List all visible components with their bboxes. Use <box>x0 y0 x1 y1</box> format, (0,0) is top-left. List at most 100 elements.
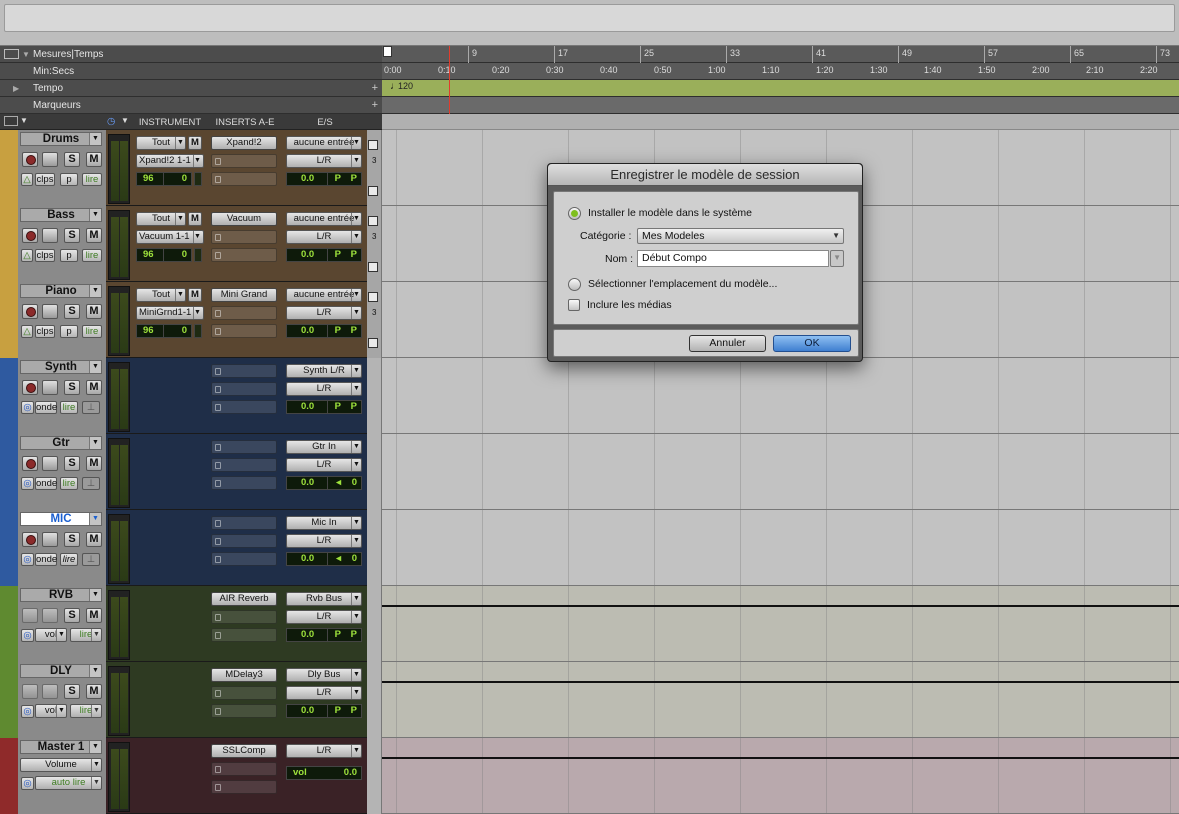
input-monitor-button[interactable] <box>42 152 58 167</box>
dropdown-arrow-icon[interactable]: ▼ <box>89 209 101 221</box>
insert-slot[interactable]: SSLComp <box>211 744 277 758</box>
volume-pan-display[interactable]: 0.0 P P <box>286 248 362 262</box>
track-name[interactable]: Synth ▼ <box>20 360 102 374</box>
input-monitor-button[interactable] <box>42 456 58 471</box>
insert-slot-empty[interactable] <box>211 248 277 262</box>
insert-slot-empty[interactable] <box>211 704 277 718</box>
output-select[interactable]: L/R ▼ <box>286 534 362 548</box>
add-marker-icon[interactable]: + <box>372 97 378 114</box>
volume-pan-display[interactable]: 0.0 ◂ 0 <box>286 552 362 566</box>
input-select[interactable]: Gtr In ▼ <box>286 440 362 454</box>
output-select[interactable]: L/R ▼ <box>286 230 362 244</box>
insert-slot[interactable]: Mini Grand <box>211 288 277 302</box>
view-select[interactable]: vol ▼ <box>35 628 67 642</box>
name-history-button[interactable]: ▼ <box>830 250 844 267</box>
input-monitor-button[interactable] <box>42 228 58 243</box>
track-name[interactable]: MIC ▼ <box>20 512 102 526</box>
mute-button[interactable]: M <box>86 228 102 243</box>
record-arm-button[interactable] <box>22 456 38 471</box>
location-radio[interactable] <box>568 278 581 291</box>
track-lane[interactable] <box>382 738 1179 814</box>
solo-button[interactable]: S <box>64 228 80 243</box>
tempo-ruler[interactable]: ♩ 120 <box>382 80 1179 97</box>
insert-slot-empty[interactable] <box>211 400 277 414</box>
insert-slot-empty[interactable] <box>211 780 277 794</box>
markers-ruler[interactable] <box>382 97 1179 114</box>
insert-slot[interactable]: Vacuum <box>211 212 277 226</box>
input-select[interactable]: aucune entrée ▼ <box>286 212 362 226</box>
voice-icon[interactable]: ◎ <box>21 477 34 490</box>
solo-button[interactable]: S <box>64 532 80 547</box>
clock-icon[interactable]: ◷ <box>107 116 115 127</box>
voice-icon[interactable]: ◎ <box>21 777 34 790</box>
input-monitor-button[interactable] <box>42 532 58 547</box>
record-arm-button[interactable] <box>22 228 38 243</box>
dropdown-arrow-icon[interactable]: ▼ <box>89 741 101 753</box>
output-select[interactable]: L/R ▼ <box>286 686 362 700</box>
insert-slot-empty[interactable] <box>211 324 277 338</box>
ok-button[interactable]: OK <box>773 335 851 352</box>
automation-line[interactable] <box>382 757 1179 759</box>
volume-pan-display[interactable]: 0.0 ◂ 0 <box>286 476 362 490</box>
automation-toggle[interactable]: lire <box>82 249 102 262</box>
track-lane[interactable] <box>382 510 1179 586</box>
insert-slot-empty[interactable] <box>211 458 277 472</box>
timebase-icon[interactable]: ⊥ <box>82 553 100 566</box>
track-name[interactable]: Gtr ▼ <box>20 436 102 450</box>
name-field[interactable]: Début Compo <box>637 250 829 267</box>
mute-button[interactable]: M <box>86 456 102 471</box>
volume-pan-display[interactable]: 0.0 P P <box>286 324 362 338</box>
voice-icon[interactable]: ◎ <box>21 401 34 414</box>
output-select[interactable]: L/R ▼ <box>286 154 362 168</box>
insert-slot[interactable]: Xpand!2 <box>211 136 277 150</box>
track-name[interactable]: RVB ▼ <box>20 588 102 602</box>
track-lane[interactable] <box>382 586 1179 662</box>
midi-input-select[interactable]: Tout ▼ <box>136 288 186 302</box>
track-name[interactable]: Piano ▼ <box>20 284 102 298</box>
track-name[interactable]: Bass ▼ <box>20 208 102 222</box>
insert-slot-empty[interactable] <box>211 440 277 454</box>
output-select[interactable]: L/R ▼ <box>286 744 362 758</box>
insert-slot-empty[interactable] <box>211 230 277 244</box>
insert-slot-empty[interactable] <box>211 476 277 490</box>
output-select[interactable]: L/R ▼ <box>286 382 362 396</box>
midi-mute-button[interactable]: M <box>188 288 202 302</box>
volume-pan-display[interactable]: 0.0 P P <box>286 704 362 718</box>
midi-output-select[interactable]: Xpand!2 1-1 ▼ <box>136 154 204 168</box>
midi-volume-pan[interactable]: 96 0 <box>136 172 192 186</box>
timebase-icon[interactable]: ⊥ <box>82 477 100 490</box>
view-select[interactable]: Volume ▼ <box>20 758 102 772</box>
volume-pan-display[interactable]: 0.0 P P <box>286 628 362 642</box>
input-select[interactable]: Dly Bus ▼ <box>286 668 362 682</box>
insert-slot-empty[interactable] <box>211 382 277 396</box>
midi-output-select[interactable]: MiniGrnd1-1 ▼ <box>136 306 204 320</box>
solo-button[interactable]: S <box>64 684 80 699</box>
mute-button[interactable]: M <box>86 608 102 623</box>
output-select[interactable]: L/R ▼ <box>286 306 362 320</box>
tempo-value[interactable]: 120 <box>398 81 413 91</box>
timebase-icon[interactable]: ⊥ <box>82 401 100 414</box>
insert-slot-empty[interactable] <box>211 628 277 642</box>
solo-button[interactable]: S <box>64 304 80 319</box>
dropdown-arrow-icon[interactable]: ▼ <box>89 133 101 145</box>
record-arm-button[interactable] <box>22 380 38 395</box>
ruler-menu-icon[interactable] <box>4 49 19 59</box>
dropdown-arrow-icon[interactable]: ▼ <box>89 285 101 297</box>
view-selector-icon[interactable] <box>4 116 18 126</box>
view-toggle[interactable]: clps <box>35 249 55 262</box>
track-name[interactable]: Master 1 ▼ <box>20 740 102 754</box>
dropdown-arrow-icon[interactable]: ▼ <box>89 513 101 525</box>
insert-slot-empty[interactable] <box>211 762 277 776</box>
view-toggle[interactable]: onde <box>35 553 57 566</box>
ruler-bars-label[interactable]: ▼ Mesures|Temps <box>0 46 382 63</box>
automation-toggle[interactable]: lire <box>82 325 102 338</box>
solo-button[interactable]: S <box>64 380 80 395</box>
input-select[interactable]: aucune entrée ▼ <box>286 136 362 150</box>
insert-slot-empty[interactable] <box>211 534 277 548</box>
view-toggle[interactable]: clps <box>35 173 55 186</box>
midi-mute-button[interactable]: M <box>188 212 202 226</box>
dropdown-arrow-icon[interactable]: ▼ <box>121 116 129 125</box>
mute-button[interactable]: M <box>86 532 102 547</box>
track-name[interactable]: DLY ▼ <box>20 664 102 678</box>
playlist-toggle[interactable]: p <box>60 249 78 262</box>
